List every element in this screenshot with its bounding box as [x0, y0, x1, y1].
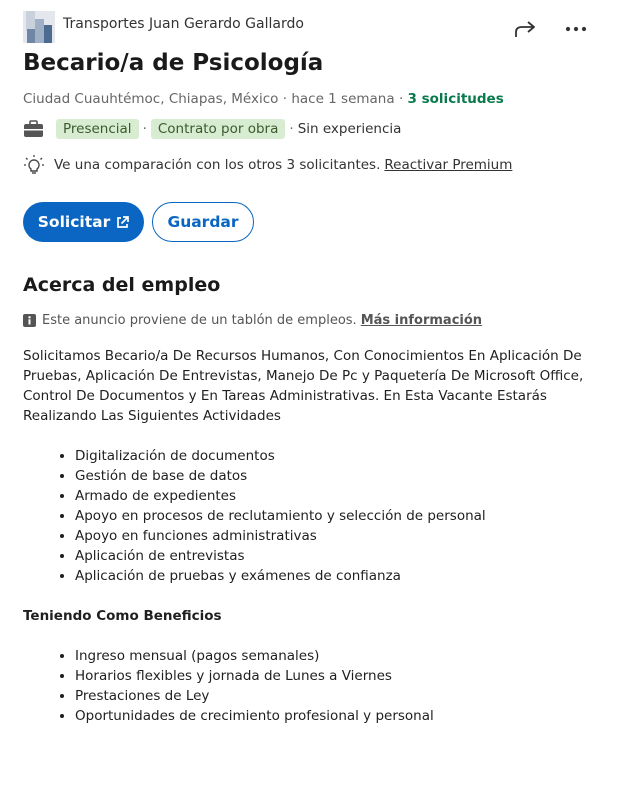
info-icon — [23, 313, 36, 327]
about-job-heading: Acerca del empleo — [23, 274, 221, 296]
save-button[interactable]: Guardar — [152, 202, 254, 242]
list-item: Horarios flexibles y jornada de Lunes a … — [57, 666, 434, 686]
workplace-type-tag: Presencial — [56, 119, 139, 139]
job-insights: Presencial · Contrato por obra · Sin exp… — [23, 118, 401, 140]
more-options-icon — [565, 26, 587, 32]
top-bar: Transportes Juan Gerardo Gallardo — [23, 9, 595, 43]
list-item: Ingreso mensual (pagos semanales) — [57, 646, 434, 666]
source-notice-text: Este anuncio proviene de un tablón de em… — [42, 312, 357, 328]
list-item: Oportunidades de crecimiento profesional… — [57, 706, 434, 726]
premium-insight: Ve una comparación con los otros 3 solic… — [23, 154, 512, 176]
list-item: Apoyo en funciones administrativas — [57, 526, 486, 546]
job-meta: Ciudad Cuauhtémoc, Chiapas, México · hac… — [23, 91, 504, 107]
apply-button[interactable]: Solicitar — [23, 202, 144, 242]
save-button-label: Guardar — [167, 213, 239, 231]
share-button[interactable] — [513, 17, 539, 41]
share-icon — [515, 21, 535, 37]
list-item: Apoyo en procesos de reclutamiento y sel… — [57, 506, 486, 526]
more-options-button[interactable] — [563, 17, 589, 41]
company-name[interactable]: Transportes Juan Gerardo Gallardo — [63, 16, 304, 32]
list-item: Armado de expedientes — [57, 486, 486, 506]
lightbulb-icon — [24, 155, 44, 174]
list-item: Aplicación de entrevistas — [57, 546, 486, 566]
posted-time: hace 1 semana — [291, 91, 395, 107]
applicants-count: 3 solicitudes — [407, 91, 504, 107]
experience-level: Sin experiencia — [297, 121, 402, 137]
list-item: Aplicación de pruebas y exámenes de conf… — [57, 566, 486, 586]
job-title: Becario/a de Psicología — [23, 50, 324, 76]
more-info-link[interactable]: Más información — [361, 313, 482, 328]
premium-comparison-text: Ve una comparación con los otros 3 solic… — [54, 157, 381, 173]
reactivate-premium-link[interactable]: Reactivar Premium — [384, 157, 512, 173]
benefits-list: Ingreso mensual (pagos semanales) Horari… — [57, 646, 434, 726]
list-item: Gestión de base de datos — [57, 466, 486, 486]
contract-type-tag: Contrato por obra — [150, 119, 286, 139]
benefits-heading: Teniendo Como Beneficios — [23, 608, 222, 624]
job-description: Solicitamos Becario/a De Recursos Humano… — [23, 348, 584, 424]
external-link-icon — [117, 215, 130, 228]
briefcase-icon — [24, 120, 43, 137]
job-source-notice: Este anuncio proviene de un tablón de em… — [23, 311, 482, 329]
list-item: Digitalización de documentos — [57, 446, 486, 466]
company-logo[interactable] — [23, 11, 55, 43]
job-location: Ciudad Cuauhtémoc, Chiapas, México — [23, 91, 279, 107]
list-item: Prestaciones de Ley — [57, 686, 434, 706]
activities-list: Digitalización de documentos Gestión de … — [57, 446, 486, 586]
apply-button-label: Solicitar — [37, 213, 111, 231]
